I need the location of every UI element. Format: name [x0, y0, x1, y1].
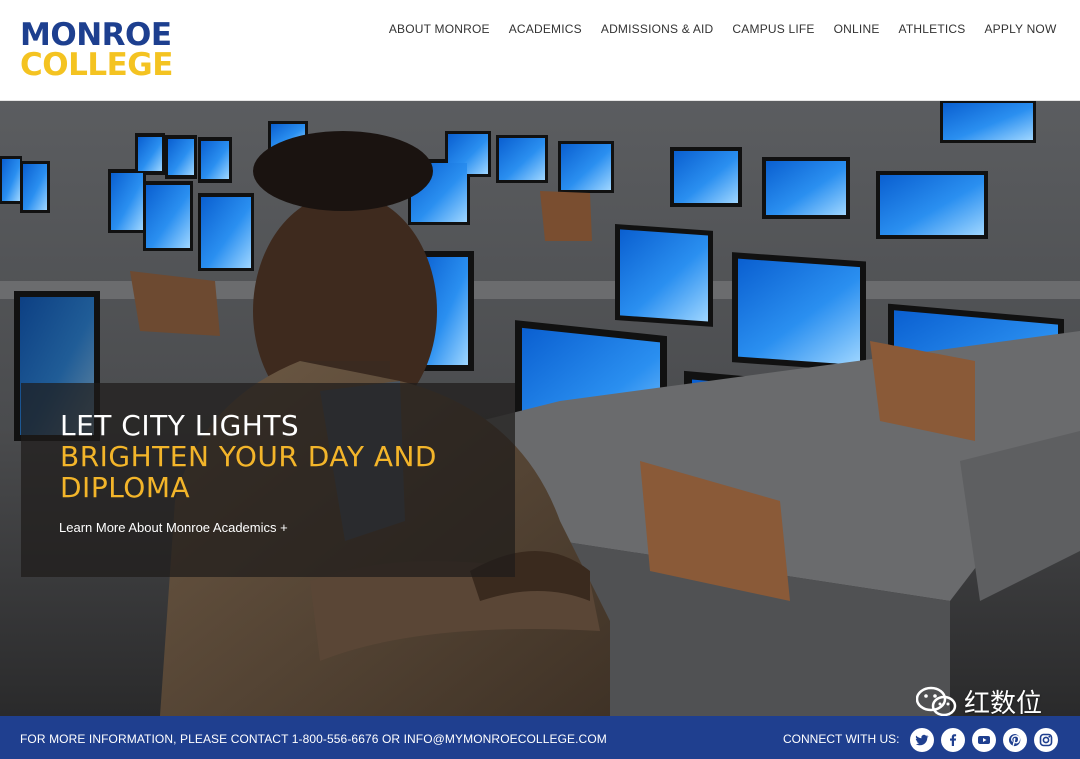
site-footer: FOR MORE INFORMATION, PLEASE CONTACT 1-8…: [0, 716, 1080, 759]
site-header: MONROE COLLEGE ABOUT MONROE ACADEMICS AD…: [0, 0, 1080, 101]
nav-campus-life[interactable]: CAMPUS LIFE: [723, 21, 824, 37]
footer-contact-info: FOR MORE INFORMATION, PLEASE CONTACT 1-8…: [20, 732, 607, 746]
youtube-icon[interactable]: [972, 728, 996, 752]
logo[interactable]: MONROE COLLEGE: [20, 17, 173, 83]
hero-section: LET CITY LIGHTS BRIGHTEN YOUR DAY AND DI…: [0, 101, 1080, 716]
nav-about[interactable]: ABOUT MONROE: [379, 21, 499, 37]
connect-label: CONNECT WITH US:: [783, 732, 900, 746]
nav-apply-now[interactable]: APPLY NOW: [975, 21, 1066, 37]
main-nav: ABOUT MONROE ACADEMICS ADMISSIONS & AID …: [379, 21, 1066, 37]
pinterest-icon[interactable]: [1003, 728, 1027, 752]
nav-academics[interactable]: ACADEMICS: [499, 21, 591, 37]
watermark-text: 红数位: [964, 689, 1043, 716]
social-links: [910, 728, 1058, 752]
twitter-icon[interactable]: [910, 728, 934, 752]
nav-admissions[interactable]: ADMISSIONS & AID: [591, 21, 723, 37]
logo-line1: MONROE: [20, 17, 172, 53]
learn-more-link[interactable]: Learn More About Monroe Academics +: [59, 520, 288, 535]
nav-online[interactable]: ONLINE: [824, 21, 889, 37]
instagram-icon[interactable]: [1034, 728, 1058, 752]
hero-headline-white: LET CITY LIGHTS: [60, 409, 300, 442]
nav-athletics[interactable]: ATHLETICS: [889, 21, 975, 37]
hero-headline-gold: BRIGHTEN YOUR DAY AND DIPLOMA: [60, 440, 437, 504]
logo-line2: COLLEGE: [20, 47, 173, 83]
wechat-icon: [916, 686, 957, 716]
hero-overlay-box: LET CITY LIGHTS BRIGHTEN YOUR DAY AND DI…: [21, 383, 515, 577]
facebook-icon[interactable]: [941, 728, 965, 752]
watermark: 红数位: [916, 683, 1042, 716]
